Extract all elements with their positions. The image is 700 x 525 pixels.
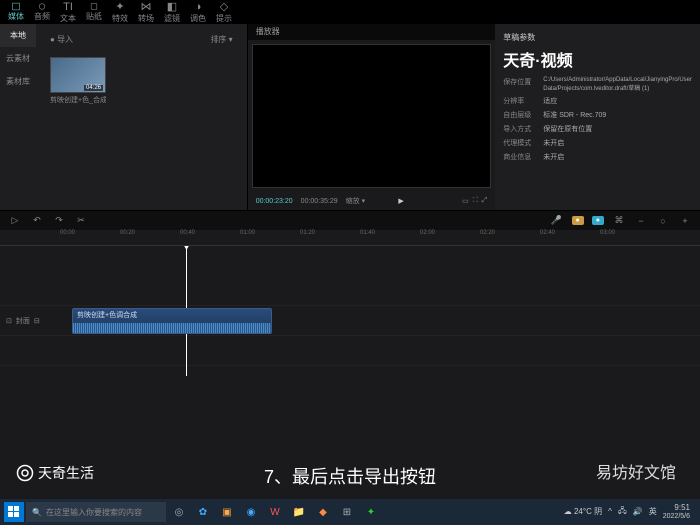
clip-filename: 剪映创建+色_合成.mp4 bbox=[50, 95, 106, 105]
network-icon[interactable]: 🖧 bbox=[618, 505, 627, 519]
taskbar-app-6[interactable]: 📁 bbox=[288, 502, 310, 522]
tool-hint[interactable]: ◇提示 bbox=[212, 2, 236, 22]
properties-panel: 草稿参数 天奇·视频 保存位置C:/Users/Administrator/Ap… bbox=[495, 24, 700, 210]
top-toolbar: 媒体 音频 TI文本 贴纸 ✦特效 ⋈转场 ◧滤镜 ◑调色 ◇提示 bbox=[0, 0, 700, 24]
track-header[interactable]: ⊡ 封面 ⊟ bbox=[0, 316, 60, 326]
clip-thumbnail[interactable] bbox=[50, 57, 106, 93]
timecode-in: 00:00:23:20 bbox=[256, 198, 293, 205]
taskbar-app-5[interactable]: W bbox=[264, 502, 286, 522]
fullscreen-icon[interactable]: ⛶ bbox=[473, 197, 478, 205]
tab-local[interactable]: 本地 bbox=[0, 24, 36, 47]
tool-transition[interactable]: ⋈转场 bbox=[134, 2, 158, 22]
zoom-in[interactable]: + bbox=[678, 214, 692, 228]
mute-icon[interactable]: ⊟ bbox=[34, 317, 40, 325]
tool-effect[interactable]: ✦特效 bbox=[108, 2, 132, 22]
tool-audio[interactable]: 音频 bbox=[30, 2, 54, 22]
undo-button[interactable]: ↶ bbox=[30, 214, 44, 228]
taskbar-app-8[interactable]: ⊞ bbox=[336, 502, 358, 522]
clock-time[interactable]: 9:51 bbox=[663, 504, 690, 513]
redo-button[interactable]: ↷ bbox=[52, 214, 66, 228]
zoom-out[interactable]: − bbox=[634, 214, 648, 228]
expand-icon[interactable]: ⤢ bbox=[482, 197, 488, 205]
brand-logo: 天奇·视频 bbox=[503, 47, 692, 71]
media-clip[interactable]: 剪映创建+色_合成.mp4 bbox=[50, 57, 106, 105]
sort-dropdown[interactable]: 排序 ▾ bbox=[210, 34, 232, 45]
tab-cloud[interactable]: 云素材 bbox=[0, 47, 36, 70]
media-panel: 本地 云素材 素材库 ● 导入 排序 ▾ 剪映创建+色_合成.mp4 bbox=[0, 24, 248, 210]
ratio-icon[interactable]: ▭ bbox=[462, 197, 469, 205]
taskbar-app-2[interactable]: ✿ bbox=[192, 502, 214, 522]
tool-filter[interactable]: ◧滤镜 bbox=[160, 2, 184, 22]
mic-icon[interactable]: 🎤 bbox=[550, 214, 564, 228]
auto-badge2[interactable]: ● bbox=[592, 216, 604, 225]
taskbar-app-1[interactable]: ◎ bbox=[168, 502, 190, 522]
tool-media[interactable]: 媒体 bbox=[4, 2, 28, 22]
preview-title: 播放器 bbox=[248, 24, 496, 40]
timeline-clip[interactable]: 剪映创建+色调合成 bbox=[72, 308, 272, 334]
taskbar-app-9[interactable]: ✦ bbox=[360, 502, 382, 522]
play-button[interactable]: ▶ bbox=[398, 197, 403, 205]
auto-badge[interactable]: ● bbox=[572, 216, 584, 225]
ime-icon[interactable]: 英 bbox=[649, 506, 657, 517]
tool-sticker[interactable]: 贴纸 bbox=[82, 2, 106, 22]
link-icon[interactable]: ⌘ bbox=[612, 214, 626, 228]
tutorial-caption: 7、最后点击导出按钮 bbox=[264, 463, 436, 489]
lock-icon[interactable]: ⊡ bbox=[6, 317, 12, 325]
start-button[interactable] bbox=[4, 502, 24, 522]
cursor-tool[interactable]: ▷ bbox=[8, 214, 22, 228]
audio-waveform bbox=[73, 323, 271, 333]
tool-text[interactable]: TI文本 bbox=[56, 2, 80, 22]
cut-tool[interactable]: ✂ bbox=[74, 214, 88, 228]
watermark-bottom-right: 易坊好文馆 bbox=[596, 459, 676, 483]
system-tray[interactable]: ☁ 24°C 阴 ^ 🖧 🔊 英 9:51 2022/5/6 bbox=[564, 504, 696, 520]
panel-title: 草稿参数 bbox=[503, 32, 692, 43]
preview-panel: 播放器 00:00:23:20 00:00:35:29 缩放 ▾ ▶ ▭ ⛶ ⤢ bbox=[248, 24, 496, 210]
timeline-toolbar: ▷ ↶ ↷ ✂ 🎤 ● ● ⌘ − ○ + bbox=[0, 210, 700, 230]
timeline-tracks[interactable]: ⊡ 封面 ⊟ 剪映创建+色调合成 bbox=[0, 246, 700, 376]
timecode-out: 00:00:35:29 bbox=[301, 198, 338, 205]
taskbar-app-3[interactable]: ▣ bbox=[216, 502, 238, 522]
tool-color[interactable]: ◑调色 bbox=[186, 2, 210, 22]
zoom-slider[interactable]: ○ bbox=[656, 214, 670, 228]
weather-widget[interactable]: ☁ 24°C 阴 bbox=[564, 506, 602, 517]
tab-library[interactable]: 素材库 bbox=[0, 70, 36, 93]
volume-icon[interactable]: 🔊 bbox=[633, 507, 643, 516]
import-button[interactable]: ● 导入 bbox=[50, 34, 73, 45]
preview-viewport[interactable] bbox=[252, 44, 492, 188]
zoom-dropdown[interactable]: 缩放 ▾ bbox=[346, 196, 365, 206]
taskbar-app-4[interactable]: ◉ bbox=[240, 502, 262, 522]
clock-date[interactable]: 2022/5/6 bbox=[663, 513, 690, 521]
tray-chevron[interactable]: ^ bbox=[608, 507, 612, 516]
windows-taskbar: 🔍 在这里输入你要搜索的内容 ◎ ✿ ▣ ◉ W 📁 ◆ ⊞ ✦ ☁ 24°C … bbox=[0, 499, 700, 525]
taskbar-app-7[interactable]: ◆ bbox=[312, 502, 334, 522]
watermark-bottom-left: 天奇生活 bbox=[16, 463, 94, 483]
timeline-ruler[interactable]: 00:00 00:20 00:40 01:00 01:20 01:40 02:0… bbox=[0, 230, 700, 246]
taskbar-search[interactable]: 🔍 在这里输入你要搜索的内容 bbox=[26, 502, 166, 522]
search-icon: 🔍 bbox=[32, 508, 42, 517]
